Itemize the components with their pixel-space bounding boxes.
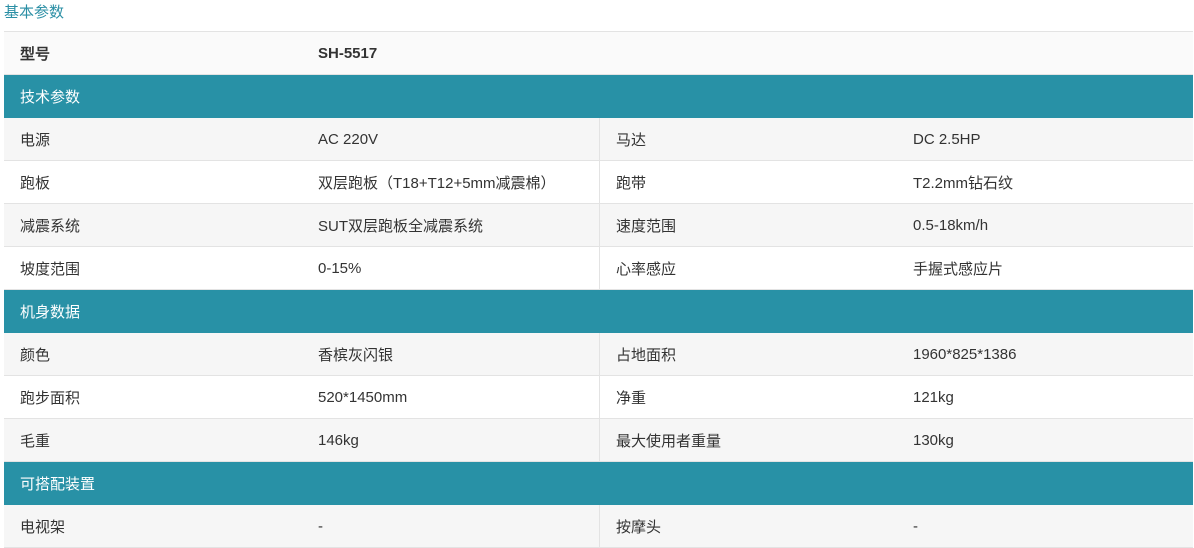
spec-key: 坡度范围 [20,260,81,278]
spec-value: 520*1450mm [302,376,600,418]
table-row: 电源 AC 220V 马达 DC 2.5HP [4,118,1193,161]
spec-value: 130kg [913,431,954,449]
spec-value: 0.5-18km/h [913,216,989,234]
spec-key: 跑步面积 [20,389,81,407]
spec-page: 基本参数 型号 SH-5517 技术参数 电源 AC 220V 马达 DC 2.… [0,0,1194,548]
spec-value: T2.2mm钻石纹 [913,174,1014,192]
page-title: 基本参数 [4,4,65,21]
spec-key: 毛重 [20,432,51,450]
spec-value: 手握式感应片 [913,260,1004,278]
spec-key: 跑带 [616,174,647,192]
table-row: 电视架 - 按摩头 - [4,505,1193,548]
spec-key: 心率感应 [616,260,677,278]
table-row: 毛重 146kg 最大使用者重量 130kg [4,419,1193,462]
model-row: 型号 SH-5517 [4,32,1193,75]
spec-key: 颜色 [20,346,51,364]
spec-key: 减震系统 [20,217,81,235]
spec-key: 电视架 [20,518,66,536]
spec-value: 146kg [302,419,600,461]
model-value: SH-5517 [318,44,378,62]
table-row: 跑步面积 520*1450mm 净重 121kg [4,376,1193,419]
spec-value: DC 2.5HP [913,130,981,148]
spec-value: - [302,505,600,547]
spec-value: 香槟灰闪银 [302,333,600,375]
spec-key: 电源 [20,131,51,149]
spec-key: 速度范围 [616,217,677,235]
spec-value: 121kg [913,388,954,406]
spec-value: AC 220V [302,118,600,160]
model-label: 型号 [20,45,51,63]
table-row: 坡度范围 0-15% 心率感应 手握式感应片 [4,247,1193,290]
spec-key: 净重 [616,389,647,407]
table-row: 颜色 香槟灰闪银 占地面积 1960*825*1386 [4,333,1193,376]
spec-value: 双层跑板（T18+T12+5mm减震棉） [302,161,600,203]
spec-key: 按摩头 [616,518,662,536]
table-row: 跑板 双层跑板（T18+T12+5mm减震棉） 跑带 T2.2mm钻石纹 [4,161,1193,204]
spec-key: 最大使用者重量 [616,432,722,450]
section-header-accessories: 可搭配装置 [4,462,1193,505]
spec-value: 0-15% [302,247,600,289]
section-header-tech: 技术参数 [4,75,1193,118]
spec-key: 占地面积 [616,346,677,364]
spec-key: 跑板 [20,174,51,192]
section-heading: 机身数据 [20,303,81,321]
section-heading: 技术参数 [20,88,81,106]
spec-value: 1960*825*1386 [913,345,1017,363]
spec-value: - [913,517,918,535]
table-row: 减震系统 SUT双层跑板全减震系统 速度范围 0.5-18km/h [4,204,1193,247]
spec-value: SUT双层跑板全减震系统 [302,204,600,246]
section-header-body: 机身数据 [4,290,1193,333]
spec-table: 型号 SH-5517 技术参数 电源 AC 220V 马达 DC 2.5HP 跑… [4,31,1193,548]
section-heading: 可搭配装置 [20,475,96,493]
spec-key: 马达 [616,131,647,149]
